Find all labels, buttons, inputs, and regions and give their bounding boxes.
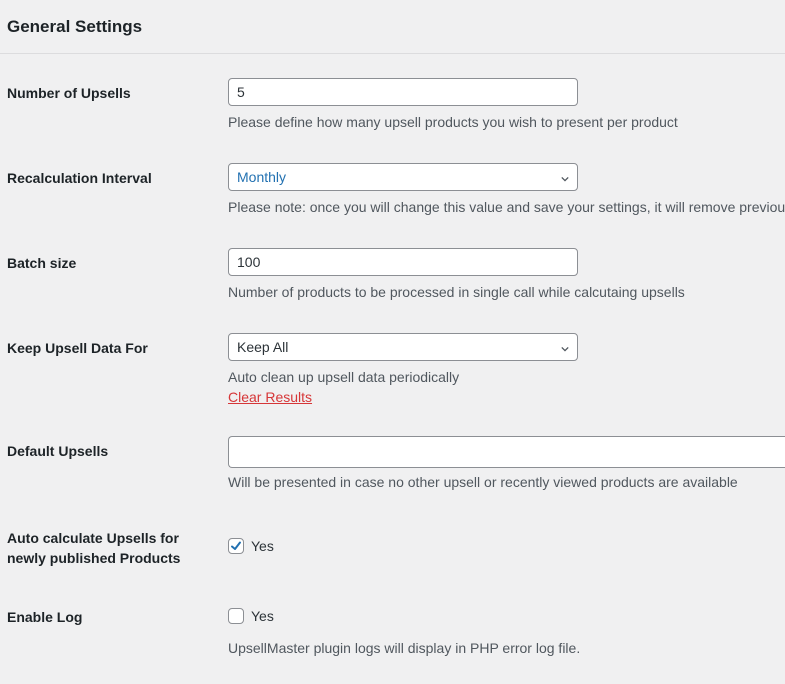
auto-calculate-option-label: Yes — [251, 538, 274, 554]
number-of-upsells-input[interactable]: 5 — [228, 78, 578, 106]
recalculation-interval-description: Please note: once you will change this v… — [228, 199, 785, 215]
section-title: General Settings — [7, 17, 143, 36]
enable-log-description: UpsellMaster plugin logs will display in… — [228, 640, 581, 656]
keep-upsell-data-label: Keep Upsell Data For — [7, 340, 148, 356]
divider — [0, 53, 785, 54]
enable-log-option-label: Yes — [251, 608, 274, 624]
keep-upsell-data-description: Auto clean up upsell data periodically — [228, 369, 460, 385]
chevron-down-icon — [561, 176, 569, 182]
chevron-down-icon — [561, 346, 569, 352]
default-upsells-label: Default Upsells — [7, 443, 109, 459]
batch-size-label: Batch size — [7, 255, 77, 271]
batch-size-input[interactable]: 100 — [228, 248, 578, 276]
keep-upsell-data-value: Keep All — [237, 339, 289, 355]
default-upsells-description: Will be presented in case no other upsel… — [228, 474, 738, 490]
recalculation-interval-value: Monthly — [237, 169, 287, 185]
number-of-upsells-description: Please define how many upsell products y… — [228, 114, 678, 130]
batch-size-description: Number of products to be processed in si… — [228, 284, 685, 300]
auto-calculate-label-line2: newly published Products — [7, 550, 181, 566]
recalculation-interval-select[interactable]: Monthly — [228, 163, 578, 191]
checkmark-icon — [231, 541, 241, 550]
default-upsells-input[interactable] — [228, 436, 785, 468]
keep-upsell-data-select[interactable]: Keep All — [228, 333, 578, 361]
auto-calculate-checkbox[interactable] — [228, 538, 244, 554]
enable-log-checkbox[interactable] — [228, 608, 244, 624]
recalculation-interval-label: Recalculation Interval — [7, 170, 152, 186]
auto-calculate-label-line1: Auto calculate Upsells for — [7, 530, 179, 546]
enable-log-label: Enable Log — [7, 609, 83, 625]
number-of-upsells-label: Number of Upsells — [7, 85, 131, 101]
clear-results-link[interactable]: Clear Results — [228, 388, 312, 406]
